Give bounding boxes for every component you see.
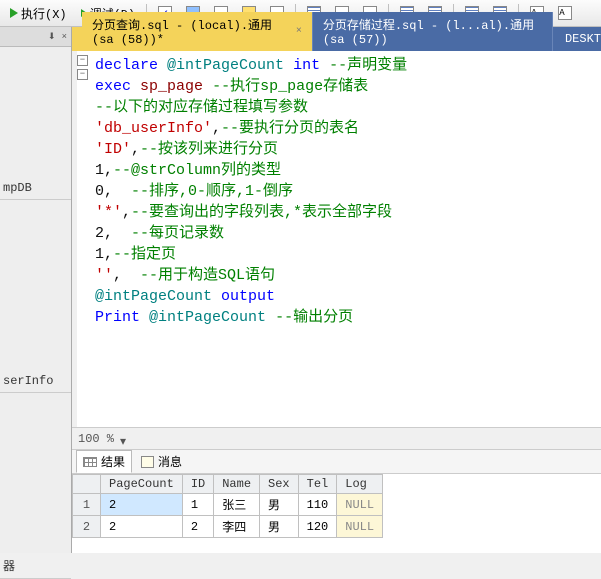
- play-icon: [10, 8, 18, 18]
- fold-gutter: − −: [77, 55, 91, 427]
- fold-minus-icon[interactable]: −: [77, 55, 88, 66]
- cell[interactable]: 张三: [214, 494, 260, 516]
- grid-icon: [83, 457, 97, 467]
- panel-header: ⬇ ×: [0, 27, 71, 47]
- fold-minus-icon[interactable]: −: [77, 69, 88, 80]
- zoom-bar: 100 % ▾: [72, 427, 601, 449]
- col-rowheader[interactable]: [73, 475, 101, 494]
- cell[interactable]: 2: [101, 494, 183, 516]
- results-tab[interactable]: 结果: [76, 450, 132, 473]
- results-panel-tabs: 结果 消息: [72, 449, 601, 473]
- tree-item[interactable]: mpDB: [0, 177, 71, 200]
- col-header[interactable]: Sex: [260, 475, 299, 494]
- cell[interactable]: 120: [298, 516, 337, 538]
- cell[interactable]: 男: [260, 516, 299, 538]
- tree-item[interactable]: 器: [0, 553, 71, 579]
- tree-item[interactable]: serInfo: [0, 370, 71, 393]
- row-number: 2: [73, 516, 101, 538]
- tab-label: 分页存储过程.sql - (l...al).通用 (sa (57)): [323, 16, 542, 47]
- table-row[interactable]: 2 2 2 李四 男 120 NULL: [73, 516, 383, 538]
- editor-tabs: 分页查询.sql - (local).通用 (sa (58))*× 分页存储过程…: [72, 27, 601, 51]
- results-table: PageCount ID Name Sex Tel Log 1 2 1 张三 男…: [72, 474, 383, 538]
- tab-active[interactable]: 分页查询.sql - (local).通用 (sa (58))* ×: [82, 12, 313, 51]
- tab-label: 消息: [158, 453, 182, 470]
- main-area: 分页查询.sql - (local).通用 (sa (58))*× 分页存储过程…: [72, 27, 601, 553]
- close-icon[interactable]: ×: [60, 32, 69, 42]
- pin-icon[interactable]: ⬇: [46, 32, 58, 42]
- table-header-row: PageCount ID Name Sex Tel Log: [73, 475, 383, 494]
- col-header[interactable]: Log: [337, 475, 383, 494]
- tool-btn-b[interactable]: A: [552, 3, 578, 23]
- zoom-value[interactable]: 100 %: [78, 432, 114, 446]
- results-grid[interactable]: PageCount ID Name Sex Tel Log 1 2 1 张三 男…: [72, 473, 601, 553]
- message-icon: [141, 456, 154, 468]
- col-header[interactable]: Tel: [298, 475, 337, 494]
- format2-icon: A: [558, 6, 572, 20]
- cell[interactable]: 110: [298, 494, 337, 516]
- cell[interactable]: 男: [260, 494, 299, 516]
- tab-overflow: DESKT: [553, 27, 601, 51]
- col-header[interactable]: PageCount: [101, 475, 183, 494]
- run-button[interactable]: 执行(X): [4, 2, 73, 25]
- run-label: 执行(X): [21, 5, 67, 22]
- cell[interactable]: 1: [182, 494, 213, 516]
- object-explorer-panel: ⬇ × mpDB serInfo 器: [0, 27, 72, 553]
- cell[interactable]: 2: [182, 516, 213, 538]
- col-header[interactable]: Name: [214, 475, 260, 494]
- chevron-down-icon[interactable]: ▾: [120, 434, 130, 444]
- cell-null[interactable]: NULL: [337, 516, 383, 538]
- row-number: 1: [73, 494, 101, 516]
- cell-null[interactable]: NULL: [337, 494, 383, 516]
- code-content: declare @intPageCount int --声明变量 exec sp…: [95, 55, 601, 328]
- table-row[interactable]: 1 2 1 张三 男 110 NULL: [73, 494, 383, 516]
- close-tab-icon[interactable]: ×: [296, 26, 302, 37]
- messages-tab[interactable]: 消息: [134, 450, 189, 473]
- col-header[interactable]: ID: [182, 475, 213, 494]
- cell[interactable]: 李四: [214, 516, 260, 538]
- tab-label: 结果: [101, 453, 125, 470]
- tab-inactive[interactable]: 分页存储过程.sql - (l...al).通用 (sa (57)): [313, 12, 553, 51]
- sql-editor[interactable]: − − declare @intPageCount int --声明变量 exe…: [72, 51, 601, 427]
- cell[interactable]: 2: [101, 516, 183, 538]
- tab-label: 分页查询.sql - (local).通用 (sa (58))*: [92, 16, 290, 47]
